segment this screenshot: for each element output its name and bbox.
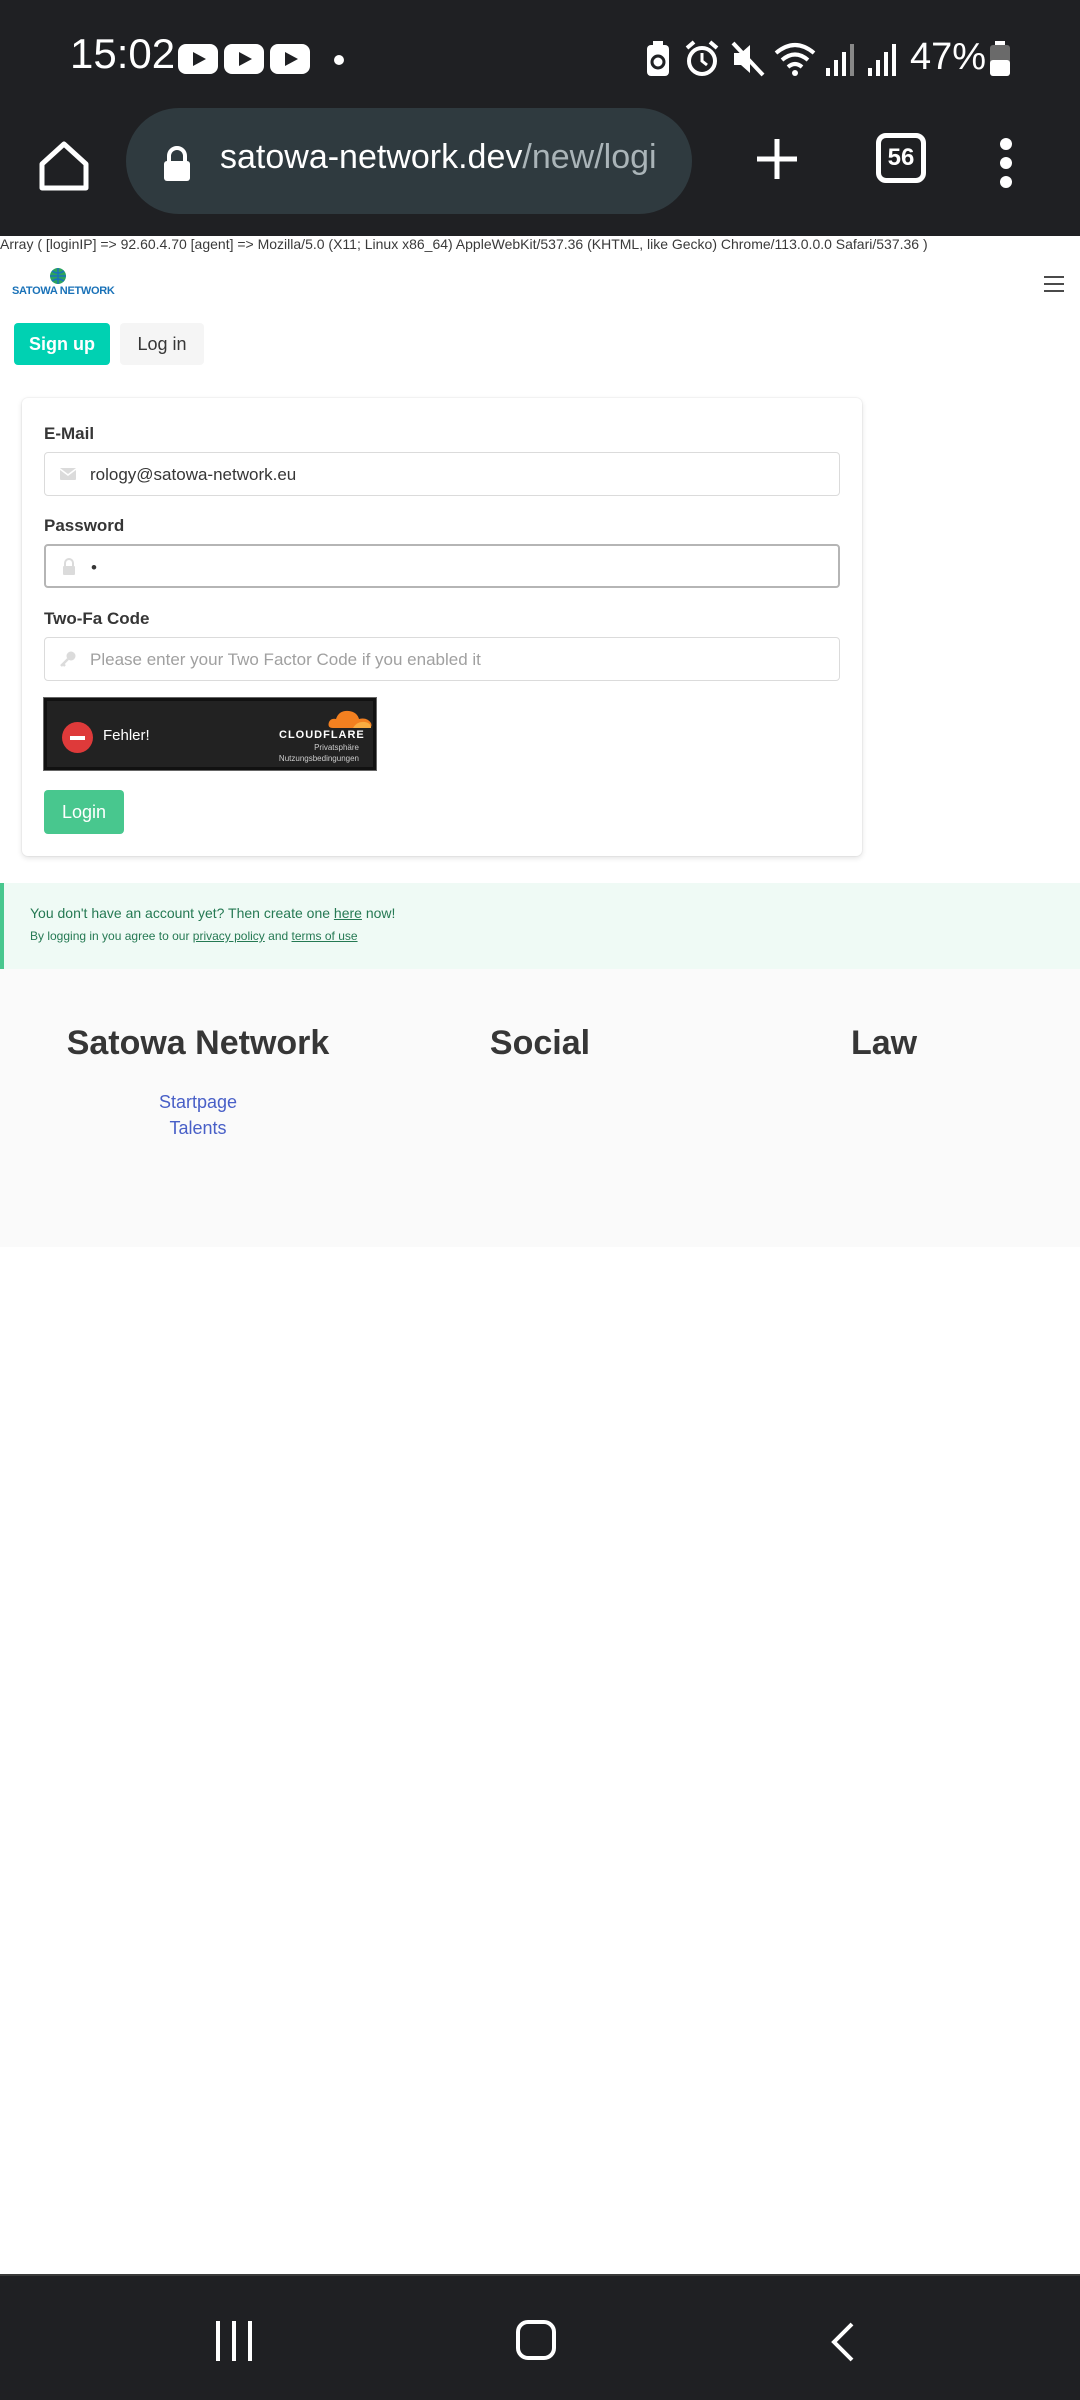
globe-icon [50, 268, 66, 284]
logo-text: SATOWA NETWORK [12, 285, 115, 297]
envelope-icon [59, 468, 77, 480]
cloudflare-captcha-widget[interactable]: Fehler! CLOUDFLARE Privatsphäre Nutzungs… [44, 698, 376, 770]
new-tab-icon[interactable] [752, 134, 802, 184]
more-menu-icon[interactable] [1000, 138, 1014, 188]
footer-title-law: Law [850, 1024, 918, 1062]
captcha-privacy-link[interactable]: Privatsphäre [314, 743, 359, 752]
key-icon [60, 651, 76, 667]
terms-of-use-link[interactable]: terms of use [292, 929, 358, 943]
cloudflare-brand: CLOUDFLARE [279, 729, 365, 741]
email-label: E-Mail [44, 424, 95, 443]
footer-title-satowa: Satowa Network [66, 1024, 330, 1062]
tab-count-button[interactable]: 56 [876, 133, 926, 183]
system-nav-bar [0, 2274, 1080, 2400]
footer-link-startpage[interactable]: Startpage [38, 1092, 358, 1113]
lock-icon [164, 146, 190, 181]
web-page: Array ( [loginIP] => 92.60.4.70 [agent] … [0, 236, 1080, 2274]
youtube-icon [178, 44, 218, 74]
alarm-icon [685, 40, 719, 76]
site-logo[interactable]: SATOWA NETWORK [12, 266, 115, 300]
battery-saver-icon [647, 41, 669, 76]
create-account-link[interactable]: here [334, 905, 362, 921]
footer-title-social: Social [489, 1024, 591, 1062]
notice-signup-text: You don't have an account yet? Then crea… [30, 905, 396, 921]
url-text: satowa-network.dev/new/logi [220, 138, 657, 176]
password-label: Password [44, 516, 125, 535]
wifi-icon [774, 43, 816, 76]
battery-icon [990, 41, 1010, 76]
captcha-terms-link[interactable]: Nutzungsbedingungen [279, 754, 359, 763]
status-bar: 15:02 47% [0, 0, 1080, 108]
home-icon[interactable] [36, 138, 92, 194]
back-icon[interactable] [828, 2322, 858, 2362]
youtube-icon [270, 44, 310, 74]
recent-apps-icon[interactable] [214, 2321, 254, 2361]
twofa-code-field[interactable]: Please enter your Two Factor Code if you… [44, 637, 840, 681]
login-form-card: E-Mail rology@satowa-network.eu Password… [22, 398, 862, 856]
twofa-label: Two-Fa Code [44, 609, 150, 628]
privacy-policy-link[interactable]: privacy policy [193, 929, 265, 943]
footer-link-talents[interactable]: Talents [38, 1118, 358, 1139]
password-field[interactable]: • [44, 544, 840, 588]
signup-button[interactable]: Sign up [14, 323, 110, 365]
password-value: • [91, 558, 97, 577]
login-nav-button[interactable]: Log in [120, 323, 204, 365]
login-submit-button[interactable]: Login [44, 790, 124, 834]
browser-toolbar: satowa-network.dev/new/logi 56 [0, 108, 1080, 236]
signal-icon [868, 44, 896, 76]
youtube-icon [224, 44, 264, 74]
address-bar[interactable]: satowa-network.dev/new/logi [126, 108, 692, 214]
signal-icon [826, 44, 854, 76]
mute-icon [731, 41, 765, 77]
cloudflare-cloud-icon [328, 710, 372, 728]
email-value: rology@satowa-network.eu [90, 465, 297, 484]
home-nav-icon[interactable] [516, 2320, 556, 2360]
status-time: 15:02 [70, 30, 176, 77]
debug-output: Array ( [loginIP] => 92.60.4.70 [agent] … [0, 236, 928, 252]
dot-icon [334, 55, 344, 65]
battery-percent: 47% [910, 36, 987, 78]
account-notice: You don't have an account yet? Then crea… [0, 883, 1080, 969]
captcha-status: Fehler! [103, 727, 150, 744]
hamburger-menu-icon[interactable] [1044, 276, 1064, 297]
twofa-placeholder: Please enter your Two Factor Code if you… [90, 650, 481, 669]
notice-agreement-text: By logging in you agree to our privacy p… [30, 929, 358, 943]
lock-icon [63, 558, 75, 575]
site-footer: Satowa Network Startpage Talents Social … [0, 969, 1080, 1247]
error-icon [62, 722, 93, 753]
email-field[interactable]: rology@satowa-network.eu [44, 452, 840, 496]
